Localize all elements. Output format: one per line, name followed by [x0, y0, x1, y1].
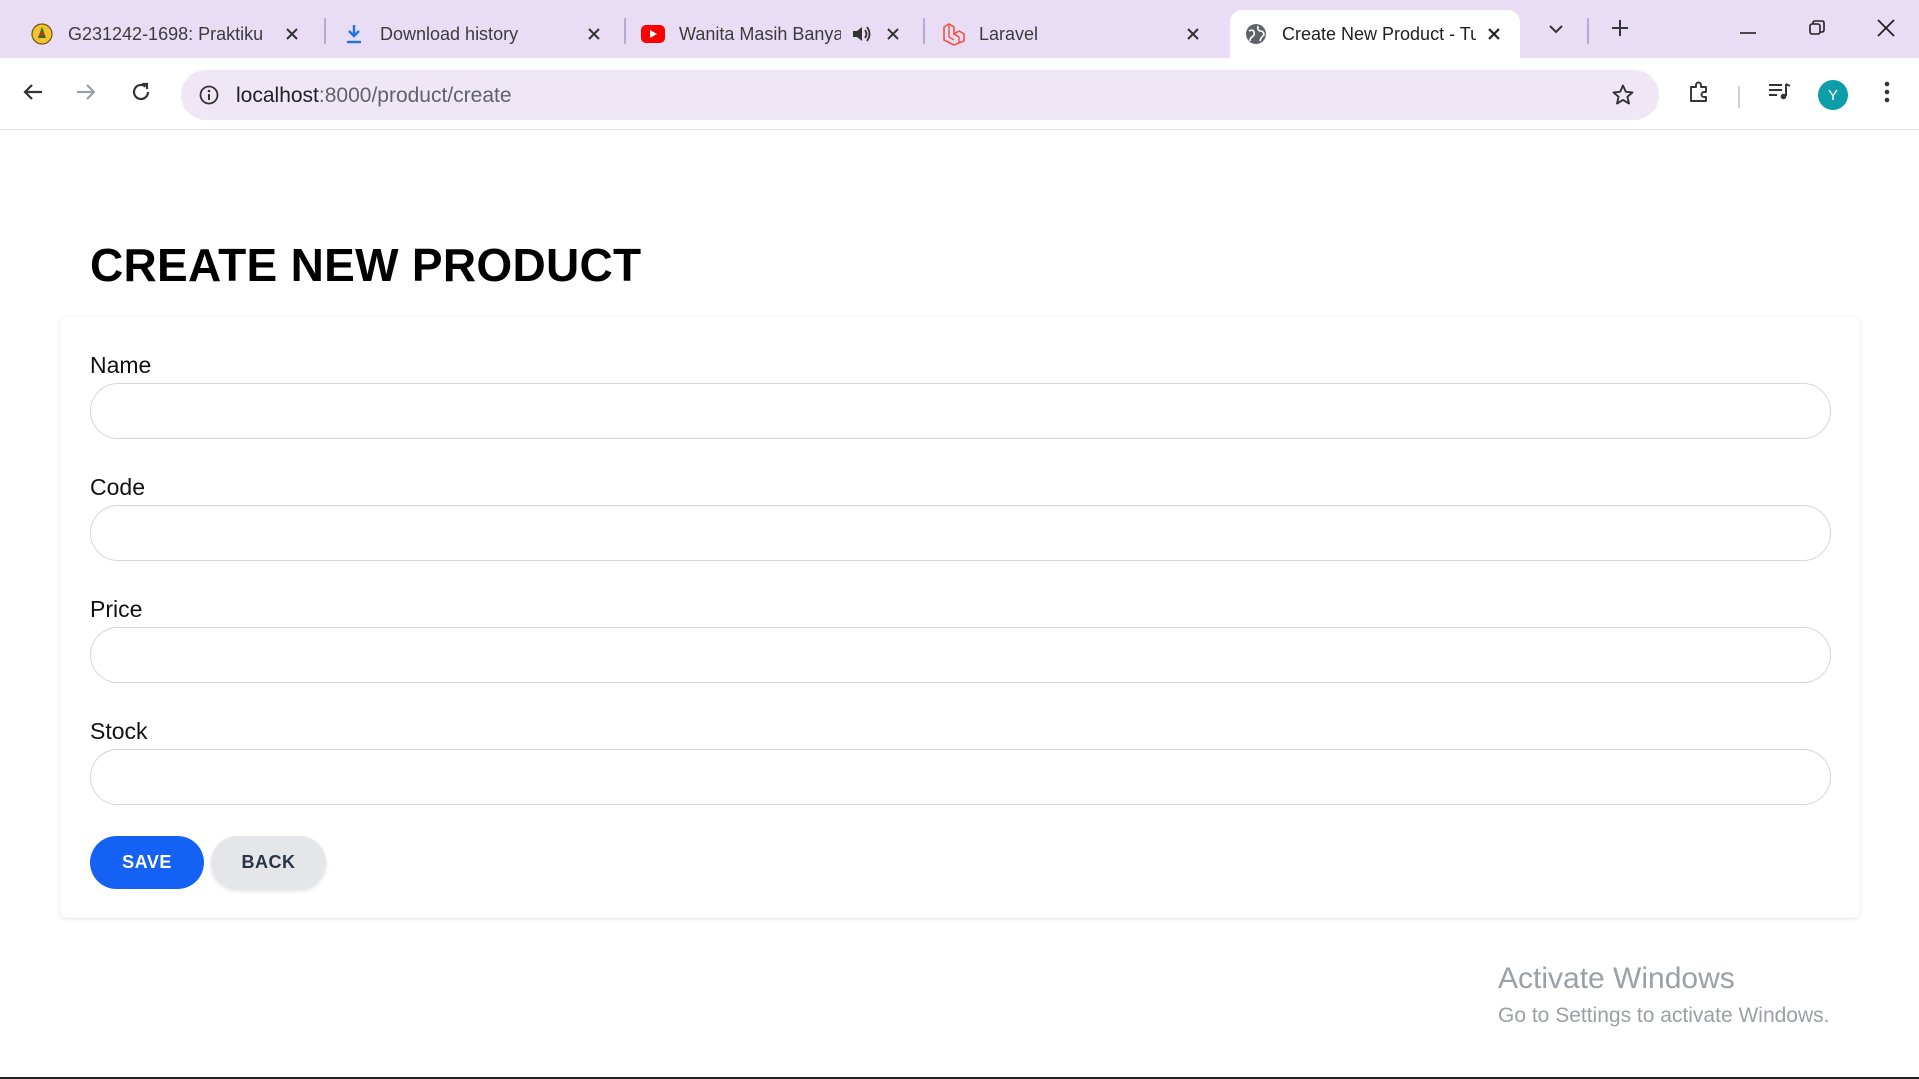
university-crest-icon [30, 22, 54, 46]
name-input[interactable] [90, 383, 1831, 439]
tab-title: Download history [380, 23, 519, 44]
browser-toolbar: localhost:8000/product/create Y [0, 58, 1919, 130]
watermark-title: Activate Windows [1498, 962, 1735, 995]
tab-title: G231242-1698: Praktiku [68, 23, 264, 44]
code-label: Code [90, 474, 145, 500]
globe-icon [1244, 22, 1268, 46]
close-tab-icon[interactable] [280, 22, 304, 46]
price-input[interactable] [90, 627, 1831, 683]
save-button[interactable]: SAVE [90, 836, 204, 889]
tab-laravel[interactable]: Laravel [941, 10, 1219, 58]
tab-separator [624, 18, 626, 44]
close-tab-icon[interactable] [1181, 22, 1205, 46]
restore-button[interactable] [1797, 10, 1837, 50]
page-title: CREATE NEW PRODUCT [90, 239, 642, 291]
plus-icon [1611, 19, 1629, 42]
forward-button[interactable] [64, 72, 108, 116]
tab-separator [1587, 18, 1589, 44]
profile-avatar[interactable]: Y [1818, 80, 1848, 110]
close-tab-icon[interactable] [881, 22, 905, 46]
close-tab-icon[interactable] [1482, 22, 1506, 46]
tab-strip: G231242-1698: Praktiku Download history … [0, 0, 1919, 58]
windows-activation-watermark: Activate Windows Go to Settings to activ… [1498, 962, 1830, 1028]
url-text[interactable]: localhost:8000/product/create [236, 84, 512, 108]
address-bar[interactable]: localhost:8000/product/create [181, 70, 1659, 120]
more-vertical-icon [1884, 81, 1890, 108]
chevron-down-icon [1548, 21, 1564, 39]
url-host: localhost [236, 84, 319, 107]
playlist-music-icon [1767, 82, 1791, 107]
restore-icon [1809, 19, 1825, 41]
speaker-icon[interactable] [849, 22, 873, 46]
minimize-button[interactable] [1728, 10, 1768, 50]
close-tab-icon[interactable] [582, 22, 606, 46]
tab-title: Create New Product - Tu [1282, 23, 1476, 44]
tab-title: Wanita Masih Banya [679, 23, 841, 44]
tab-title: Laravel [979, 23, 1039, 44]
price-label: Price [90, 596, 143, 622]
bookmark-star-icon[interactable] [1609, 81, 1637, 109]
extensions-button[interactable] [1677, 72, 1721, 116]
puzzle-icon [1687, 80, 1711, 109]
laravel-icon [941, 22, 965, 46]
url-path: :8000/product/create [318, 84, 512, 107]
download-icon [342, 22, 366, 46]
tab-search-button[interactable] [1536, 10, 1576, 50]
toolbar-separator [1738, 86, 1740, 108]
back-button[interactable]: BACK [211, 836, 326, 889]
tab-create-new-product[interactable]: Create New Product - Tu [1230, 10, 1520, 58]
name-label: Name [90, 352, 152, 378]
tab-download-history[interactable]: Download history [342, 10, 620, 58]
arrow-right-icon [76, 83, 96, 106]
tab-praktikum[interactable]: G231242-1698: Praktiku [30, 10, 318, 58]
back-button[interactable] [11, 72, 55, 116]
browser-menu-button[interactable] [1865, 72, 1909, 116]
tab-separator [324, 18, 326, 44]
youtube-icon [641, 22, 665, 46]
reload-icon [131, 82, 151, 107]
site-info-icon[interactable] [193, 79, 225, 111]
tab-youtube-video[interactable]: Wanita Masih Banya [641, 10, 919, 58]
close-window-button[interactable] [1866, 10, 1906, 50]
stock-label: Stock [90, 718, 148, 744]
stock-input[interactable] [90, 749, 1831, 805]
media-control-button[interactable] [1757, 72, 1801, 116]
minimize-icon [1740, 21, 1756, 39]
watermark-subtitle: Go to Settings to activate Windows. [1498, 1004, 1830, 1027]
tab-separator [923, 18, 925, 44]
product-form-card: Name Code Price Stock SAVE BACK [60, 317, 1860, 918]
arrow-left-icon [23, 83, 43, 106]
new-tab-button[interactable] [1600, 10, 1640, 50]
code-input[interactable] [90, 505, 1831, 561]
close-icon [1877, 18, 1895, 42]
reload-button[interactable] [119, 72, 163, 116]
